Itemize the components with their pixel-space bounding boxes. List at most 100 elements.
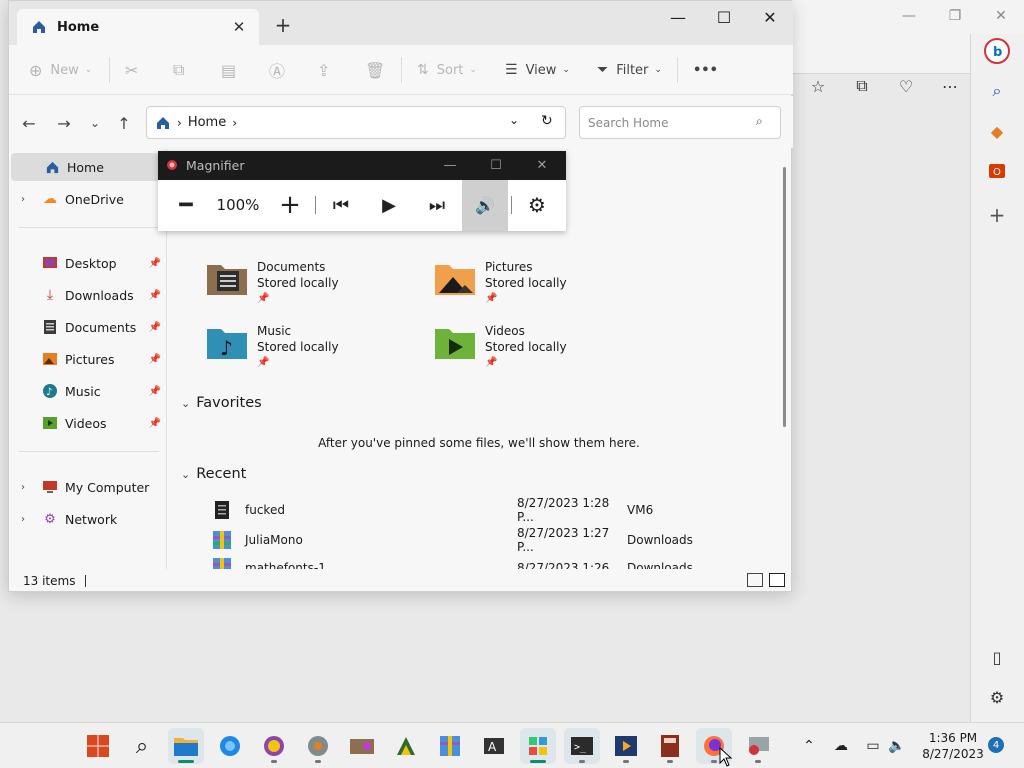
sidebar-item-mycomputer[interactable]: › My Computer (11, 473, 165, 501)
chevron-right-icon[interactable]: › (21, 482, 25, 493)
share-icon[interactable]: ⇪ (317, 57, 330, 83)
table-row[interactable]: mathefonts-1 8/27/2023 1:26 P... Downloa… (211, 557, 789, 569)
refresh-icon[interactable]: ↻ (541, 113, 553, 129)
edge-browser-icon[interactable] (256, 728, 292, 764)
chevron-right-icon[interactable]: › (21, 194, 25, 205)
terminal-icon[interactable]: >_ (564, 728, 600, 764)
filter-button[interactable]: ⏷ Filter ⌄ (597, 57, 662, 83)
sidebar-toggle-icon[interactable]: ▯ (982, 642, 1012, 672)
breadcrumb[interactable]: Home (188, 115, 226, 130)
sidebar-item-music[interactable]: ♪ Music 📌 (11, 377, 165, 405)
vertical-scrollbar[interactable] (783, 167, 786, 427)
magnifier-taskbar-icon[interactable] (740, 728, 776, 764)
quick-access-pictures[interactable]: Pictures Stored locally 📌 (433, 259, 653, 315)
favorites-section-header[interactable]: ⌄ Favorites (181, 395, 262, 411)
table-row[interactable]: fucked 8/27/2023 1:28 P... VM6 (211, 496, 789, 524)
cut-icon[interactable]: ✂ (125, 57, 138, 83)
archive-app-icon[interactable] (432, 728, 468, 764)
magnifier-maximize-button[interactable]: ☐ (480, 155, 512, 175)
sidebar-item-network[interactable]: › ⚙ Network (11, 505, 165, 533)
text-editor-icon[interactable]: A (476, 728, 512, 764)
up-button[interactable]: ↑ (112, 111, 136, 135)
recent-section-header[interactable]: ⌄ Recent (181, 466, 246, 482)
volume-icon[interactable]: 🔈 (886, 735, 908, 757)
sidebar-item-onedrive[interactable]: › ☁ OneDrive (11, 185, 165, 213)
sidebar-item-videos[interactable]: Videos 📌 (11, 409, 165, 437)
quick-access-videos[interactable]: Videos Stored locally 📌 (433, 323, 653, 379)
chevron-up-icon[interactable]: ⌃ (800, 735, 818, 757)
recent-locations-button[interactable]: ⌄ (83, 111, 107, 135)
photos-app-icon[interactable] (344, 728, 380, 764)
sidebar-item-downloads[interactable]: ⤓ Downloads 📌 (11, 281, 165, 309)
bing-copilot-icon[interactable]: b (982, 36, 1012, 66)
magnifier-minimize-button[interactable]: — (434, 155, 466, 175)
see-more-button[interactable]: ••• (693, 57, 718, 83)
back-button[interactable]: ← (17, 111, 41, 135)
new-button[interactable]: ⊕ New ⌄ (29, 57, 92, 83)
search-input[interactable]: Search Home ⌕ (579, 106, 781, 139)
copy-icon[interactable]: ⧉ (173, 57, 184, 83)
magnifier-close-button[interactable]: ✕ (526, 155, 558, 175)
onedrive-icon[interactable]: ☁ (830, 735, 852, 757)
details-view-button[interactable] (747, 573, 763, 587)
chevron-down-icon[interactable]: ⌄ (509, 113, 519, 127)
quick-access-documents[interactable]: Documents Stored locally 📌 (205, 259, 425, 315)
magnifier-titlebar[interactable]: Magnifier — ☐ ✕ (158, 151, 566, 180)
zoom-out-button[interactable]: ━ (166, 187, 206, 223)
close-icon[interactable]: ✕ (229, 17, 249, 37)
sidebar-item-home[interactable]: Home (11, 153, 165, 181)
font-viewer-icon[interactable] (520, 728, 556, 764)
quick-access-music[interactable]: ♪ Music Stored locally 📌 (205, 323, 425, 379)
notification-badge[interactable]: 4 (988, 737, 1004, 753)
collections-icon[interactable]: ⧉ (846, 70, 878, 102)
tab-home[interactable]: Home ✕ (17, 9, 259, 45)
tiles-view-button[interactable] (769, 573, 785, 587)
browser-essentials-icon[interactable]: ♡ (890, 70, 922, 102)
search-icon[interactable]: ⌕ (982, 76, 1012, 106)
browser-close-button[interactable]: ✕ (978, 0, 1024, 32)
table-row[interactable]: JuliaMono 8/27/2023 1:27 P... Downloads (211, 526, 789, 554)
sidebar-item-pictures[interactable]: Pictures 📌 (11, 345, 165, 373)
forward-button[interactable]: → (52, 111, 76, 135)
settings-more-icon[interactable]: ⋯ (934, 70, 966, 102)
chevron-right-icon[interactable]: › (21, 514, 25, 525)
zoom-in-button[interactable]: + (270, 187, 310, 223)
sidebar-item-desktop[interactable]: Desktop 📌 (11, 249, 165, 277)
next-icon[interactable]: ⏭ (417, 187, 457, 223)
browser-minimize-button[interactable]: — (886, 0, 932, 32)
play-icon[interactable]: ▶ (369, 187, 409, 223)
favorites-icon[interactable]: ☆ (802, 70, 834, 102)
search-icon[interactable]: ⌕ (124, 728, 160, 764)
close-button[interactable]: ✕ (747, 3, 793, 31)
media-player-icon[interactable] (608, 728, 644, 764)
gear-icon[interactable]: ⚙ (982, 682, 1012, 712)
delete-icon[interactable]: 🗑 (365, 57, 385, 83)
maximize-button[interactable]: ☐ (701, 3, 747, 31)
pin-icon[interactable]: 📌 (149, 354, 161, 365)
pin-icon[interactable]: 📌 (149, 258, 161, 269)
add-icon[interactable]: + (982, 200, 1012, 230)
read-from-here-icon[interactable]: 🔊 (462, 180, 508, 231)
browser-restore-button[interactable]: ❐ (932, 0, 978, 32)
calculator-icon[interactable] (652, 728, 688, 764)
address-bar[interactable]: › Home › ⌄ ↻ (146, 106, 566, 139)
settings-app-icon[interactable] (300, 728, 336, 764)
network-icon[interactable]: ▭ (862, 735, 884, 757)
browser-app-icon[interactable] (212, 728, 248, 764)
minimize-button[interactable]: — (655, 3, 701, 31)
pin-icon[interactable]: 📌 (149, 418, 161, 429)
sort-button[interactable]: ⇅ Sort ⌄ (417, 57, 477, 83)
paste-icon[interactable]: ▤ (221, 57, 236, 83)
office-icon[interactable]: O (982, 156, 1012, 186)
sidebar-item-documents[interactable]: Documents 📌 (11, 313, 165, 341)
gear-icon[interactable]: ⚙ (517, 187, 557, 223)
pin-icon[interactable]: 📌 (149, 322, 161, 333)
previous-icon[interactable]: ⏮ (321, 187, 361, 223)
font-app-icon[interactable] (388, 728, 424, 764)
clock[interactable]: 1:36 PM 8/27/2023 (918, 730, 988, 762)
view-button[interactable]: ☰ View ⌄ (505, 57, 570, 83)
pin-icon[interactable]: 📌 (149, 290, 161, 301)
new-tab-button[interactable]: + (271, 13, 295, 37)
rename-icon[interactable]: Ⓐ (269, 57, 285, 83)
shopping-icon[interactable]: ◆ (982, 116, 1012, 146)
